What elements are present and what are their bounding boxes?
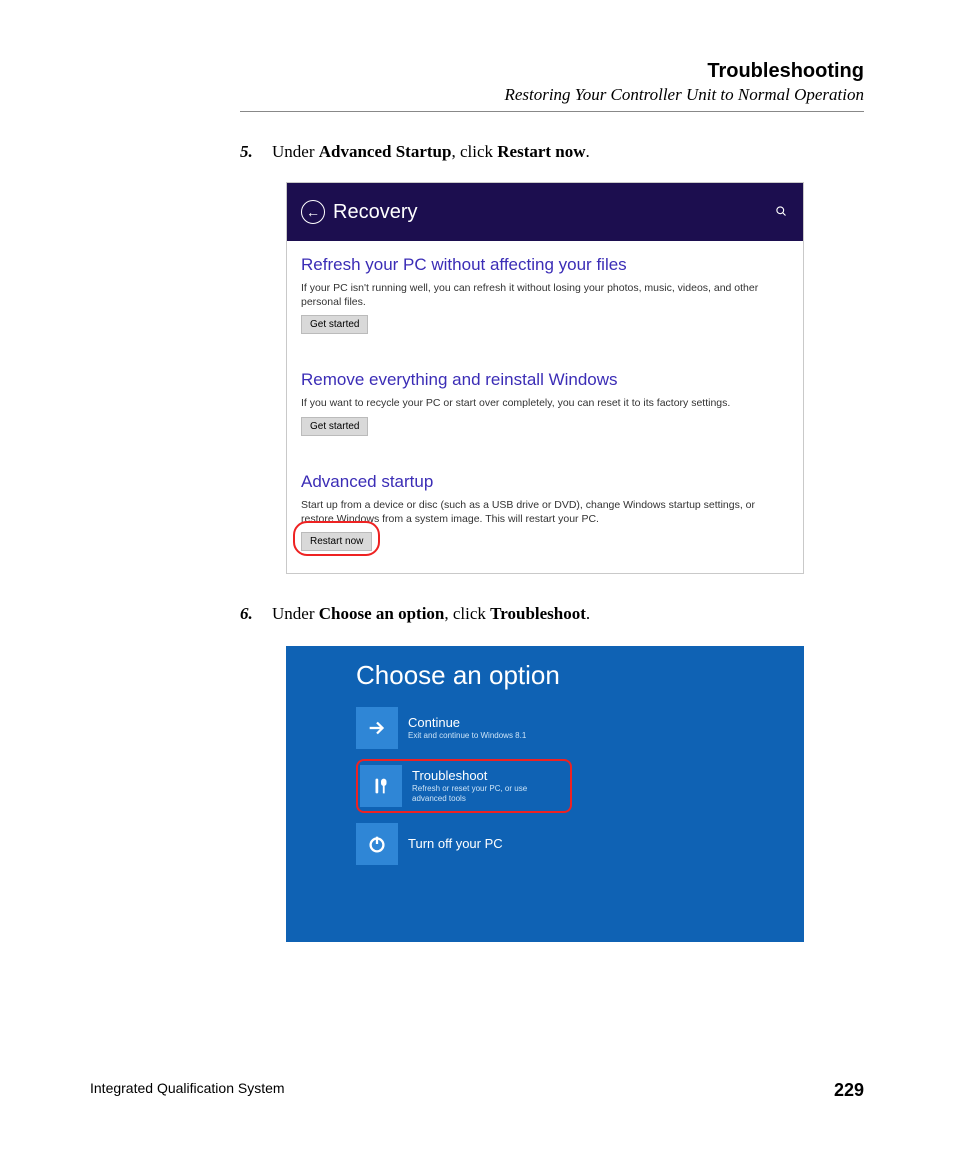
page-title: Troubleshooting [240, 60, 864, 83]
step-bold-1: Choose an option [319, 604, 445, 623]
arrow-left-icon: ← [306, 205, 320, 219]
step-bold-2: Restart now [497, 142, 585, 161]
footer-left: Integrated Qualification System [90, 1080, 285, 1101]
step-bold-2: Troubleshoot [490, 604, 586, 623]
recovery-body: Refresh your PC without affecting your f… [287, 241, 803, 573]
recovery-header: ← Recovery [287, 183, 803, 241]
section-desc-advanced: Start up from a device or disc (such as … [301, 498, 789, 526]
arrow-right-icon [356, 707, 398, 749]
step-number: 6. [240, 604, 272, 624]
step-number: 5. [240, 142, 272, 162]
tile-desc: Exit and continue to Windows 8.1 [408, 731, 526, 741]
back-icon[interactable]: ← [301, 200, 325, 224]
screenshot-recovery: ← Recovery Refresh your PC without affec… [286, 182, 804, 574]
tile-desc: Refresh or reset your PC, or use advance… [412, 784, 552, 803]
step-text-mid: , click [451, 142, 497, 161]
section-desc-refresh: If your PC isn't running well, you can r… [301, 281, 789, 309]
page-number: 229 [834, 1080, 864, 1101]
step-text: Under Advanced Startup, click Restart no… [272, 142, 590, 162]
screenshot-choose-option: Choose an option Continue Exit and conti… [286, 646, 804, 942]
tile-label: Turn off your PC [408, 836, 503, 851]
step-text-pre: Under [272, 604, 319, 623]
section-title-advanced: Advanced startup [301, 472, 789, 492]
step-5: 5. Under Advanced Startup, click Restart… [240, 142, 864, 162]
step-bold-1: Advanced Startup [319, 142, 452, 161]
get-started-button-refresh[interactable]: Get started [301, 315, 368, 334]
page-header: Troubleshooting Restoring Your Controlle… [240, 60, 864, 105]
section-title-remove: Remove everything and reinstall Windows [301, 370, 789, 390]
tile-turn-off[interactable]: Turn off your PC [356, 821, 566, 867]
tile-continue[interactable]: Continue Exit and continue to Windows 8.… [356, 705, 566, 751]
section-title-refresh: Refresh your PC without affecting your f… [301, 255, 789, 275]
choose-option-title: Choose an option [356, 660, 804, 691]
step-text-post: . [586, 142, 590, 161]
section-desc-remove: If you want to recycle your PC or start … [301, 396, 789, 410]
step-text-post: . [586, 604, 590, 623]
page-subtitle: Restoring Your Controller Unit to Normal… [240, 85, 864, 105]
step-text-pre: Under [272, 142, 319, 161]
tile-troubleshoot[interactable]: Troubleshoot Refresh or reset your PC, o… [356, 759, 572, 813]
step-text: Under Choose an option, click Troublesho… [272, 604, 590, 624]
step-6: 6. Under Choose an option, click Trouble… [240, 604, 864, 624]
step-text-mid: , click [444, 604, 490, 623]
power-icon [356, 823, 398, 865]
tile-label: Continue [408, 715, 526, 730]
tools-icon [360, 765, 402, 807]
search-icon[interactable] [775, 205, 787, 220]
tile-label: Troubleshoot [412, 768, 552, 783]
recovery-title: Recovery [333, 201, 417, 224]
header-rule [240, 111, 864, 112]
get-started-button-remove[interactable]: Get started [301, 417, 368, 436]
restart-now-button[interactable]: Restart now [301, 532, 372, 551]
page-footer: Integrated Qualification System 229 [90, 1080, 864, 1101]
highlight-restart-now: Restart now [301, 526, 372, 551]
